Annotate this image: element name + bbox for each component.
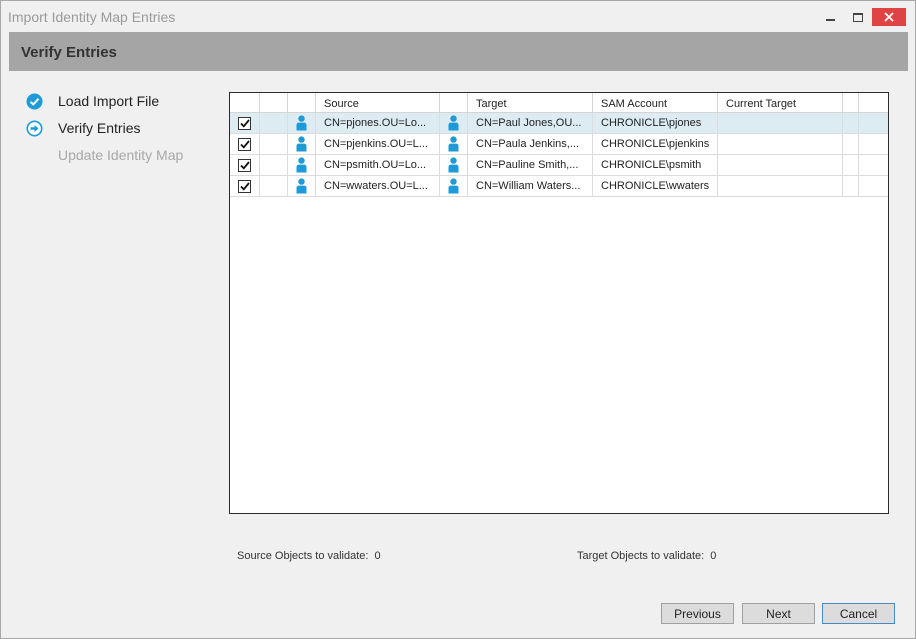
target-user-icon — [440, 134, 468, 154]
checkmark-icon — [239, 118, 250, 128]
row-checkbox[interactable] — [238, 158, 251, 172]
current-target-cell[interactable] — [718, 113, 843, 133]
step-label: Load Import File — [58, 93, 160, 109]
table-row[interactable]: CN=pjones.OU=Lo... CN=Paul Jones,OU... CHR… — [230, 113, 888, 134]
source-user-icon — [288, 113, 316, 133]
source-user-icon — [288, 134, 316, 154]
entries-grid[interactable]: Source Target SAM Account Current Target… — [229, 92, 889, 514]
previous-button[interactable]: Previous — [661, 603, 734, 624]
row-blank-cell — [260, 113, 288, 133]
checkmark-icon — [239, 139, 250, 149]
target-objects-value: 0 — [710, 550, 717, 562]
target-user-icon — [440, 155, 468, 175]
table-row[interactable]: CN=wwaters.OU=L... CN=William Waters... CH… — [230, 176, 888, 197]
header-sam-account[interactable]: SAM Account — [593, 93, 718, 113]
source-cell[interactable]: CN=psmith.OU=Lo... — [316, 155, 440, 175]
source-objects-label: Source Objects to validate: — [237, 550, 369, 562]
close-button[interactable] — [872, 8, 906, 26]
row-filler-cell — [843, 113, 859, 133]
row-filler-cell — [843, 176, 859, 196]
target-cell[interactable]: CN=Paula Jenkins,... — [468, 134, 593, 154]
target-cell[interactable]: CN=William Waters... — [468, 176, 593, 196]
row-checkbox-cell[interactable] — [230, 134, 260, 154]
page-title: Verify Entries — [21, 44, 117, 61]
step-label: Update Identity Map — [58, 147, 184, 163]
table-row[interactable]: CN=pjenkins.OU=L... CN=Paula Jenkins,... C… — [230, 134, 888, 155]
window-title: Import Identity Map Entries — [8, 9, 176, 25]
source-user-icon — [288, 155, 316, 175]
row-checkbox[interactable] — [238, 137, 251, 151]
dialog-window: Import Identity Map Entries Verify Entri… — [0, 0, 916, 639]
header-checkbox-col[interactable] — [230, 93, 260, 113]
sam-account-cell[interactable]: CHRONICLE\pjenkins — [593, 134, 718, 154]
target-cell[interactable]: CN=Paul Jones,OU... — [468, 113, 593, 133]
row-checkbox-cell[interactable] — [230, 113, 260, 133]
current-target-cell[interactable] — [718, 155, 843, 175]
step-load-import-file: Load Import File — [25, 91, 159, 111]
checkmark-icon — [239, 181, 250, 191]
row-blank-cell — [260, 134, 288, 154]
sam-account-cell[interactable]: CHRONICLE\psmith — [593, 155, 718, 175]
minimize-button[interactable] — [819, 8, 841, 26]
row-filler-cell — [843, 155, 859, 175]
row-filler-cell — [843, 134, 859, 154]
current-target-cell[interactable] — [718, 134, 843, 154]
row-blank-cell — [260, 155, 288, 175]
step-header: Verify Entries — [9, 32, 908, 71]
close-icon — [884, 12, 894, 22]
target-user-icon — [440, 113, 468, 133]
table-row[interactable]: CN=psmith.OU=Lo... CN=Pauline Smith,... CH… — [230, 155, 888, 176]
header-source[interactable]: Source — [316, 93, 440, 113]
checkmark-icon — [239, 160, 250, 170]
arrow-circle-icon — [25, 119, 43, 137]
maximize-button[interactable] — [847, 8, 869, 26]
header-current-target[interactable]: Current Target — [718, 93, 843, 113]
step-verify-entries: Verify Entries — [25, 118, 140, 138]
header-filler — [843, 93, 859, 113]
maximize-icon — [853, 12, 863, 22]
header-target-icon-col[interactable] — [440, 93, 468, 113]
source-objects-count: Source Objects to validate: 0 — [237, 550, 381, 562]
row-blank-cell — [260, 176, 288, 196]
target-cell[interactable]: CN=Pauline Smith,... — [468, 155, 593, 175]
grid-header: Source Target SAM Account Current Target — [230, 93, 888, 113]
step-update-identity-map: Update Identity Map — [25, 145, 183, 165]
source-objects-value: 0 — [374, 550, 381, 562]
header-blank-col[interactable] — [260, 93, 288, 113]
minimize-icon — [825, 19, 835, 21]
row-checkbox-cell[interactable] — [230, 155, 260, 175]
step-label: Verify Entries — [58, 120, 141, 136]
target-objects-count: Target Objects to validate: 0 — [577, 550, 716, 562]
sam-account-cell[interactable]: CHRONICLE\wwaters — [593, 176, 718, 196]
next-button[interactable]: Next — [742, 603, 815, 624]
row-checkbox[interactable] — [238, 179, 251, 193]
check-circle-icon — [25, 92, 43, 110]
header-source-icon-col[interactable] — [288, 93, 316, 113]
target-objects-label: Target Objects to validate: — [577, 550, 705, 562]
title-bar: Import Identity Map Entries — [1, 1, 915, 32]
current-target-cell[interactable] — [718, 176, 843, 196]
row-checkbox[interactable] — [238, 116, 251, 130]
cancel-button[interactable]: Cancel — [822, 603, 895, 624]
header-target[interactable]: Target — [468, 93, 593, 113]
source-cell[interactable]: CN=wwaters.OU=L... — [316, 176, 440, 196]
source-cell[interactable]: CN=pjenkins.OU=L... — [316, 134, 440, 154]
source-user-icon — [288, 176, 316, 196]
target-user-icon — [440, 176, 468, 196]
sam-account-cell[interactable]: CHRONICLE\pjones — [593, 113, 718, 133]
row-checkbox-cell[interactable] — [230, 176, 260, 196]
source-cell[interactable]: CN=pjones.OU=Lo... — [316, 113, 440, 133]
